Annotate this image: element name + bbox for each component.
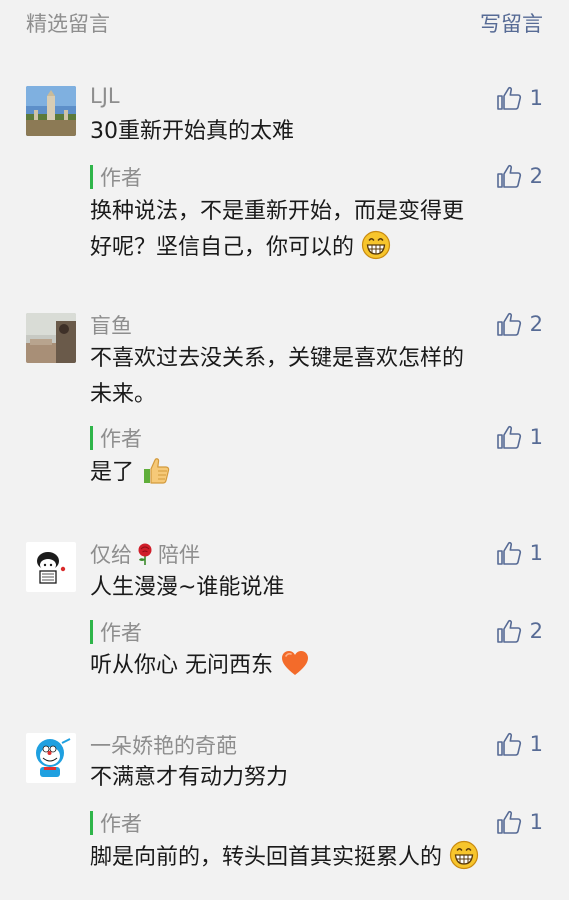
commenter-name-part-1: 仅给 — [90, 543, 132, 567]
thumbs-up-icon — [496, 809, 522, 835]
like-count: 1 — [529, 732, 543, 756]
like-count: 1 — [529, 810, 543, 834]
reply-line-1: 换种说法，不是重新开始，而是变得更 — [90, 199, 465, 224]
comment-line-1: 不喜欢过去没关系，关键是喜欢怎样的 — [90, 346, 465, 371]
reply-author: 作者 — [100, 621, 142, 645]
grinning-face-icon — [361, 230, 391, 260]
thumbs-up-icon — [496, 540, 522, 566]
like-count: 1 — [529, 541, 543, 565]
reply-bar — [90, 165, 93, 189]
reply-author: 作者 — [100, 427, 142, 451]
reply-text: 脚是向前的，转头回首其实挺累人的 — [90, 840, 550, 876]
reply-line: 听从你心 无问西东 — [90, 653, 273, 678]
featured-comments-title: 精选留言 — [26, 12, 110, 36]
reply-line-2: 好呢？坚信自己，你可以的 — [90, 235, 355, 260]
like-count: 1 — [529, 86, 543, 110]
reply-bar — [90, 620, 93, 644]
like-count: 1 — [529, 425, 543, 449]
thumbs-up-icon — [496, 163, 522, 189]
like-button[interactable]: 2 — [496, 310, 543, 338]
commenter-name-part-2: 陪伴 — [158, 543, 200, 567]
reply-line: 是了 — [90, 460, 135, 485]
commenter-name[interactable]: 一朵娇艳的奇葩 — [90, 730, 237, 760]
write-comment-link[interactable]: 写留言 — [480, 8, 543, 38]
like-button[interactable]: 1 — [496, 730, 543, 758]
avatar[interactable] — [26, 313, 76, 363]
avatar[interactable] — [26, 542, 76, 592]
reply-like-button[interactable]: 2 — [496, 162, 543, 190]
reply-like-button[interactable]: 1 — [496, 423, 543, 451]
reply-text: 换种说法，不是重新开始，而是变得更 好呢？坚信自己，你可以的 — [90, 194, 540, 266]
comment-text: 不喜欢过去没关系，关键是喜欢怎样的 未来。 — [90, 341, 540, 413]
like-count: 2 — [529, 312, 543, 336]
reply-author: 作者 — [100, 812, 142, 836]
reply-like-button[interactable]: 2 — [496, 617, 543, 645]
reply-text: 是了 — [90, 455, 540, 491]
comments-header: 精选留言 写留言 — [0, 0, 569, 44]
comment-text: 30重新开始真的太难 — [90, 119, 294, 144]
like-button[interactable]: 1 — [496, 539, 543, 567]
avatar[interactable] — [26, 86, 76, 136]
thumbs-up-emoji-icon — [144, 458, 170, 484]
commenter-name[interactable]: 仅给 陪伴 — [90, 539, 200, 569]
comment-text: 不满意才有动力努力 — [90, 765, 289, 790]
commenter-name[interactable]: LJL — [90, 84, 120, 108]
like-button[interactable]: 1 — [496, 84, 543, 112]
thumbs-up-icon — [496, 85, 522, 111]
thumbs-up-icon — [496, 424, 522, 450]
commenter-name[interactable]: 盲鱼 — [90, 310, 132, 340]
grinning-face-icon — [449, 840, 479, 870]
rose-icon — [138, 543, 152, 565]
avatar[interactable] — [26, 733, 76, 783]
thumbs-up-icon — [496, 311, 522, 337]
reply-text: 听从你心 无问西东 — [90, 648, 540, 684]
orange-heart-icon — [282, 651, 308, 675]
comment-line-2: 未来。 — [90, 382, 157, 407]
thumbs-up-icon — [496, 731, 522, 757]
like-count: 2 — [529, 164, 543, 188]
reply-bar — [90, 426, 93, 450]
reply-author: 作者 — [100, 166, 142, 190]
comment-text: 人生漫漫~谁能说准 — [90, 575, 285, 600]
thumbs-up-icon — [496, 618, 522, 644]
like-count: 2 — [529, 619, 543, 643]
reply-bar — [90, 811, 93, 835]
reply-like-button[interactable]: 1 — [496, 808, 543, 836]
reply-line: 脚是向前的，转头回首其实挺累人的 — [90, 845, 443, 870]
